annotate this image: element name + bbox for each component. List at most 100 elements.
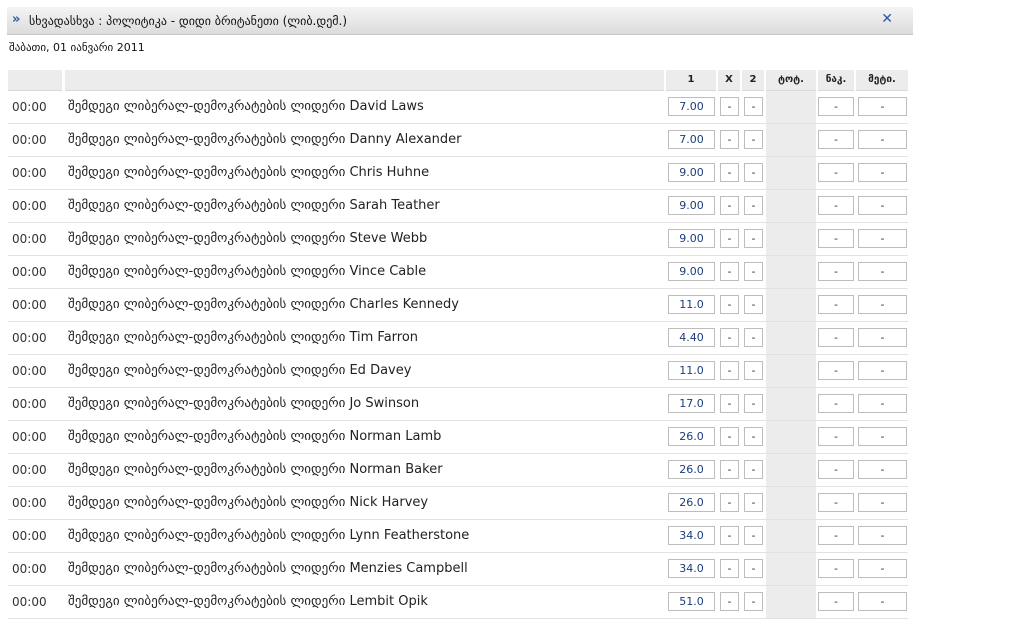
odds-2-button[interactable]: -	[744, 394, 763, 413]
under-button[interactable]: -	[818, 97, 854, 116]
table-row: 00:00 შემდეგი ლიბერალ-დემოკრატების ლიდერ…	[8, 256, 908, 289]
event-name[interactable]: შემდეგი ლიბერალ-დემოკრატების ლიდერი Chri…	[68, 165, 429, 180]
over-button[interactable]: -	[858, 394, 907, 413]
odds-1-button[interactable]: 17.0	[668, 394, 715, 413]
odds-1-button[interactable]: 26.0	[668, 460, 715, 479]
odds-2-button[interactable]: -	[744, 526, 763, 545]
event-name[interactable]: შემდეგი ლიბერალ-დემოკრატების ლიდერი Menz…	[68, 561, 468, 576]
odds-2-button[interactable]: -	[744, 196, 763, 215]
event-name[interactable]: შემდეგი ლიბერალ-დემოკრატების ლიდერი Dann…	[68, 132, 462, 147]
over-button[interactable]: -	[858, 526, 907, 545]
event-name[interactable]: შემდეგი ლიბერალ-დემოკრატების ლიდერი Lynn…	[68, 528, 469, 543]
odds-1-button[interactable]: 7.00	[668, 130, 715, 149]
odds-2-button[interactable]: -	[744, 229, 763, 248]
event-name[interactable]: შემდეგი ლიბერალ-დემოკრატების ლიდერი Norm…	[68, 429, 441, 444]
odds-1-button[interactable]: 9.00	[668, 196, 715, 215]
odds-1-button[interactable]: 11.0	[668, 295, 715, 314]
event-name[interactable]: შემდეგი ლიბერალ-დემოკრატების ლიდერი Vinc…	[68, 264, 426, 279]
event-name[interactable]: შემდეგი ლიბერალ-დემოკრატების ლიდერი Ed D…	[68, 363, 411, 378]
odds-x-button[interactable]: -	[720, 97, 739, 116]
event-name[interactable]: შემდეგი ლიბერალ-დემოკრატების ლიდერი Norm…	[68, 462, 443, 477]
over-button[interactable]: -	[858, 460, 907, 479]
under-button[interactable]: -	[818, 493, 854, 512]
over-button[interactable]: -	[858, 493, 907, 512]
odds-1-button[interactable]: 9.00	[668, 262, 715, 281]
over-button[interactable]: -	[858, 130, 907, 149]
event-name[interactable]: შემდეგი ლიბერალ-დემოკრატების ლიდერი Davi…	[68, 99, 424, 114]
odds-2-button[interactable]: -	[744, 328, 763, 347]
odds-2-button[interactable]: -	[744, 97, 763, 116]
odds-2-button[interactable]: -	[744, 460, 763, 479]
odds-x-button[interactable]: -	[720, 361, 739, 380]
event-name[interactable]: შემდეგი ლიბერალ-დემოკრატების ლიდერი Sara…	[68, 198, 440, 213]
under-button[interactable]: -	[818, 559, 854, 578]
odds-2-button[interactable]: -	[744, 361, 763, 380]
odds-1-button[interactable]: 9.00	[668, 163, 715, 182]
odds-2-button[interactable]: -	[744, 592, 763, 611]
odds-x-button[interactable]: -	[720, 163, 739, 182]
event-name[interactable]: შემდეგი ლიბერალ-დემოკრატების ლიდერი Nick…	[68, 495, 428, 510]
under-button[interactable]: -	[818, 328, 854, 347]
odds-1-button[interactable]: 4.40	[668, 328, 715, 347]
event-name[interactable]: შემდეგი ლიბერალ-დემოკრატების ლიდერი Jo S…	[68, 396, 419, 411]
odds-2-button[interactable]: -	[744, 163, 763, 182]
odds-1-button[interactable]: 7.00	[668, 97, 715, 116]
close-icon[interactable]: ✕	[881, 11, 893, 27]
odds-1-button[interactable]: 26.0	[668, 493, 715, 512]
odds-1-button[interactable]: 11.0	[668, 361, 715, 380]
over-button[interactable]: -	[858, 97, 907, 116]
odds-x-button[interactable]: -	[720, 394, 739, 413]
odds-x-button[interactable]: -	[720, 262, 739, 281]
odds-x-button[interactable]: -	[720, 427, 739, 446]
over-button[interactable]: -	[858, 163, 907, 182]
over-button[interactable]: -	[858, 592, 907, 611]
under-button[interactable]: -	[818, 361, 854, 380]
event-name[interactable]: შემდეგი ლიბერალ-დემოკრატების ლიდერი Tim …	[68, 330, 418, 345]
under-button[interactable]: -	[818, 229, 854, 248]
odds-x-button[interactable]: -	[720, 460, 739, 479]
under-button[interactable]: -	[818, 295, 854, 314]
over-button[interactable]: -	[858, 559, 907, 578]
odds-x-button[interactable]: -	[720, 559, 739, 578]
over-button[interactable]: -	[858, 295, 907, 314]
over-button[interactable]: -	[858, 196, 907, 215]
odds-2-button[interactable]: -	[744, 130, 763, 149]
over-button[interactable]: -	[858, 262, 907, 281]
under-button[interactable]: -	[818, 163, 854, 182]
over-button[interactable]: -	[858, 328, 907, 347]
odds-2-button[interactable]: -	[744, 559, 763, 578]
odds-x-button[interactable]: -	[720, 295, 739, 314]
odds-x-button[interactable]: -	[720, 493, 739, 512]
under-button[interactable]: -	[818, 130, 854, 149]
over-button[interactable]: -	[858, 427, 907, 446]
odds-x-button[interactable]: -	[720, 328, 739, 347]
odds-x-button[interactable]: -	[720, 229, 739, 248]
odds-2-button[interactable]: -	[744, 493, 763, 512]
odds-2-button[interactable]: -	[744, 295, 763, 314]
under-button[interactable]: -	[818, 427, 854, 446]
odds-1-button[interactable]: 34.0	[668, 526, 715, 545]
under-button[interactable]: -	[818, 394, 854, 413]
odds-x-button[interactable]: -	[720, 130, 739, 149]
over-button[interactable]: -	[858, 229, 907, 248]
event-name[interactable]: შემდეგი ლიბერალ-დემოკრატების ლიდერი Lemb…	[68, 594, 428, 609]
event-name[interactable]: შემდეგი ლიბერალ-დემოკრატების ლიდერი Char…	[68, 297, 459, 312]
odds-2-button[interactable]: -	[744, 262, 763, 281]
total-cell	[766, 256, 816, 288]
odds-x-button[interactable]: -	[720, 196, 739, 215]
odds-2-button[interactable]: -	[744, 427, 763, 446]
under-button[interactable]: -	[818, 460, 854, 479]
under-button[interactable]: -	[818, 526, 854, 545]
under-button[interactable]: -	[818, 592, 854, 611]
event-name[interactable]: შემდეგი ლიბერალ-დემოკრატების ლიდერი Stev…	[68, 231, 427, 246]
odds-x-button[interactable]: -	[720, 592, 739, 611]
under-button[interactable]: -	[818, 262, 854, 281]
odds-1-button[interactable]: 34.0	[668, 559, 715, 578]
odds-1-button[interactable]: 26.0	[668, 427, 715, 446]
under-button[interactable]: -	[818, 196, 854, 215]
double-chevron-right-icon[interactable]: »	[12, 12, 20, 27]
odds-1-button[interactable]: 9.00	[668, 229, 715, 248]
odds-x-button[interactable]: -	[720, 526, 739, 545]
odds-1-button[interactable]: 51.0	[668, 592, 715, 611]
over-button[interactable]: -	[858, 361, 907, 380]
